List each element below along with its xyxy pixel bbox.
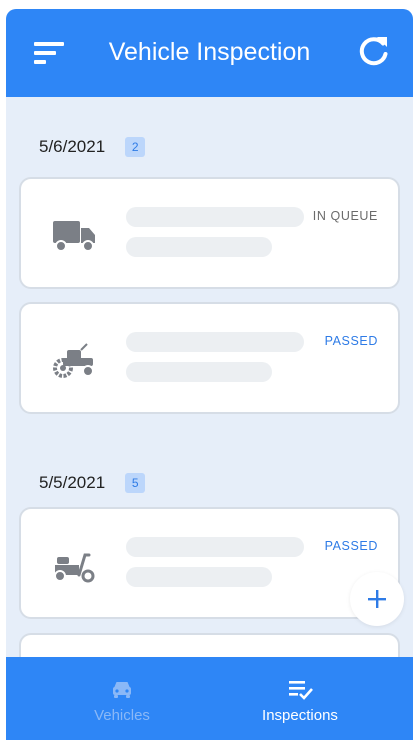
placeholder-line [126,362,272,382]
placeholder-line [126,237,272,257]
refresh-icon[interactable] [356,33,392,69]
inspection-card[interactable]: PASSED [19,507,400,619]
app-bar: Vehicle Inspection [6,9,413,97]
count-badge: 5 [125,473,146,493]
inspection-card[interactable]: IN QUEUE [19,177,400,289]
date-group-header: 5/6/2021 2 [39,135,146,159]
inspection-card[interactable] [19,633,400,657]
add-inspection-button[interactable] [350,572,404,626]
tractor-icon [53,343,94,378]
placeholder-line [126,537,304,557]
scooter-icon [54,553,95,583]
plus-icon [368,590,386,608]
inspection-list[interactable]: 5/6/2021 2 IN QUEUE PASSED 5/5/2021 5 PA… [6,97,413,657]
date-group-header: 5/5/2021 5 [39,471,146,495]
status-badge: IN QUEUE [312,209,378,223]
page-title: Vehicle Inspection [108,38,311,66]
nav-label: Inspections [262,707,338,724]
bottom-navigation: Vehicles Inspections [6,657,413,740]
placeholder-line [126,332,304,352]
nav-label: Vehicles [94,707,150,724]
status-badge: PASSED [324,539,378,553]
group-date: 5/6/2021 [39,137,106,156]
nav-vehicles[interactable]: Vehicles [22,657,222,740]
count-badge: 2 [125,137,146,157]
checklist-icon [289,681,313,700]
car-icon [113,682,131,698]
inspection-card[interactable]: PASSED [19,302,400,414]
placeholder-line [126,567,272,587]
group-date: 5/5/2021 [39,473,106,492]
app-screen: Vehicle Inspection 5/6/2021 2 IN QUEUE P… [6,9,413,740]
truck-icon [53,221,95,252]
nav-inspections[interactable]: Inspections [200,657,400,740]
status-badge: PASSED [324,334,378,348]
placeholder-line [126,207,304,227]
